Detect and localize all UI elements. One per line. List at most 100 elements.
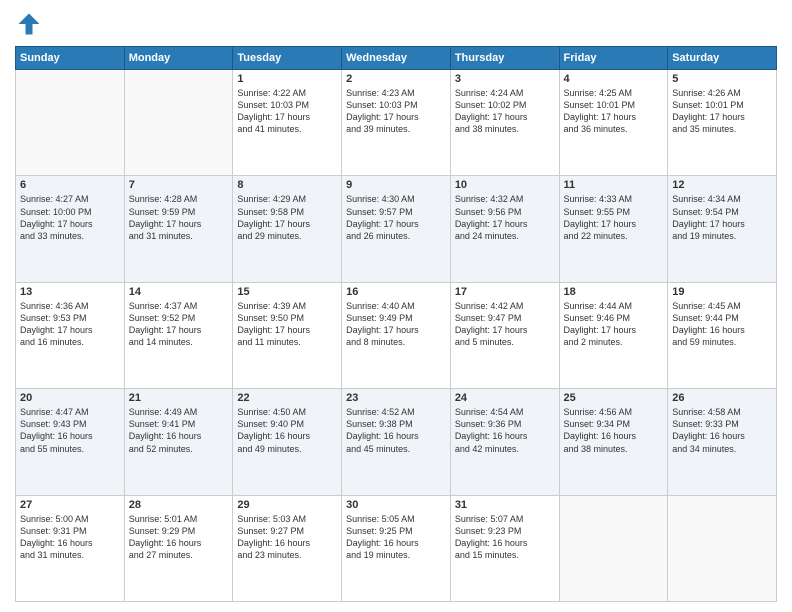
calendar-cell: 14 Sunrise: 4:37 AM Sunset: 9:52 PM Dayli… [124,282,233,388]
calendar-week-row: 1 Sunrise: 4:22 AM Sunset: 10:03 PM Dayli… [16,70,777,176]
calendar-cell: 6 Sunrise: 4:27 AM Sunset: 10:00 PM Dayli… [16,176,125,282]
day-header-sunday: Sunday [16,47,125,70]
calendar-week-row: 6 Sunrise: 4:27 AM Sunset: 10:00 PM Dayli… [16,176,777,282]
day-number: 3 [455,73,555,85]
day-number: 15 [237,286,337,298]
calendar-week-row: 27 Sunrise: 5:00 AM Sunset: 9:31 PM Dayli… [16,495,777,601]
day-info: Sunrise: 4:36 AM Sunset: 9:53 PM Dayligh… [20,300,120,349]
calendar-cell: 7Sunrise: 4:28 AM Sunset: 9:59 PM Daylig… [124,176,233,282]
calendar-cell: 1 Sunrise: 4:22 AM Sunset: 10:03 PM Dayli… [233,70,342,176]
calendar-header: SundayMondayTuesdayWednesdayThursdayFrid… [16,47,777,70]
calendar-cell [559,495,668,601]
calendar-cell: 10 Sunrise: 4:32 AM Sunset: 9:56 PM Dayli… [450,176,559,282]
calendar-cell: 11Sunrise: 4:33 AM Sunset: 9:55 PM Dayli… [559,176,668,282]
calendar-table: SundayMondayTuesdayWednesdayThursdayFrid… [15,46,777,602]
day-info: Sunrise: 5:00 AM Sunset: 9:31 PM Dayligh… [20,513,120,562]
day-info: Sunrise: 4:33 AM Sunset: 9:55 PM Dayligh… [564,193,664,242]
day-info: Sunrise: 4:40 AM Sunset: 9:49 PM Dayligh… [346,300,446,349]
day-info: Sunrise: 5:03 AM Sunset: 9:27 PM Dayligh… [237,513,337,562]
day-number: 28 [129,499,229,511]
day-number: 26 [672,392,772,404]
calendar-cell: 19 Sunrise: 4:45 AM Sunset: 9:44 PM Dayli… [668,282,777,388]
day-info: Sunrise: 4:22 AM Sunset: 10:03 PM Daylig… [237,87,337,136]
day-info: Sunrise: 4:47 AM Sunset: 9:43 PM Dayligh… [20,406,120,455]
calendar-week-row: 13 Sunrise: 4:36 AM Sunset: 9:53 PM Dayli… [16,282,777,388]
day-info: Sunrise: 4:45 AM Sunset: 9:44 PM Dayligh… [672,300,772,349]
logo-icon [15,10,43,38]
days-header-row: SundayMondayTuesdayWednesdayThursdayFrid… [16,47,777,70]
day-number: 7 [129,179,229,191]
calendar-cell: 9 Sunrise: 4:30 AM Sunset: 9:57 PM Daylig… [342,176,451,282]
calendar-cell: 27 Sunrise: 5:00 AM Sunset: 9:31 PM Dayli… [16,495,125,601]
day-info: Sunrise: 4:27 AM Sunset: 10:00 PM Daylig… [20,193,120,242]
day-number: 19 [672,286,772,298]
calendar-cell: 21 Sunrise: 4:49 AM Sunset: 9:41 PM Dayli… [124,389,233,495]
calendar-cell: 4Sunrise: 4:25 AM Sunset: 10:01 PM Dayli… [559,70,668,176]
day-header-monday: Monday [124,47,233,70]
calendar-cell: 20 Sunrise: 4:47 AM Sunset: 9:43 PM Dayli… [16,389,125,495]
day-info: Sunrise: 4:29 AM Sunset: 9:58 PM Dayligh… [237,193,337,242]
calendar-cell: 15 Sunrise: 4:39 AM Sunset: 9:50 PM Dayli… [233,282,342,388]
day-number: 6 [20,179,120,191]
day-info: Sunrise: 4:37 AM Sunset: 9:52 PM Dayligh… [129,300,229,349]
day-number: 20 [20,392,120,404]
day-info: Sunrise: 5:05 AM Sunset: 9:25 PM Dayligh… [346,513,446,562]
day-info: Sunrise: 4:34 AM Sunset: 9:54 PM Dayligh… [672,193,772,242]
day-number: 30 [346,499,446,511]
day-number: 5 [672,73,772,85]
day-info: Sunrise: 4:50 AM Sunset: 9:40 PM Dayligh… [237,406,337,455]
day-number: 4 [564,73,664,85]
calendar-cell: 8 Sunrise: 4:29 AM Sunset: 9:58 PM Daylig… [233,176,342,282]
calendar-cell [16,70,125,176]
day-info: Sunrise: 4:26 AM Sunset: 10:01 PM Daylig… [672,87,772,136]
calendar-cell: 30 Sunrise: 5:05 AM Sunset: 9:25 PM Dayli… [342,495,451,601]
day-number: 25 [564,392,664,404]
calendar-cell [124,70,233,176]
calendar-week-row: 20 Sunrise: 4:47 AM Sunset: 9:43 PM Dayli… [16,389,777,495]
day-number: 9 [346,179,446,191]
day-number: 8 [237,179,337,191]
day-number: 29 [237,499,337,511]
calendar-cell: 31Sunrise: 5:07 AM Sunset: 9:23 PM Dayli… [450,495,559,601]
day-info: Sunrise: 4:23 AM Sunset: 10:03 PM Daylig… [346,87,446,136]
calendar-cell: 16 Sunrise: 4:40 AM Sunset: 9:49 PM Dayli… [342,282,451,388]
calendar-cell: 28 Sunrise: 5:01 AM Sunset: 9:29 PM Dayli… [124,495,233,601]
calendar-cell: 13 Sunrise: 4:36 AM Sunset: 9:53 PM Dayli… [16,282,125,388]
day-header-saturday: Saturday [668,47,777,70]
calendar-body: 1 Sunrise: 4:22 AM Sunset: 10:03 PM Dayli… [16,70,777,602]
day-info: Sunrise: 4:54 AM Sunset: 9:36 PM Dayligh… [455,406,555,455]
day-header-thursday: Thursday [450,47,559,70]
day-info: Sunrise: 4:49 AM Sunset: 9:41 PM Dayligh… [129,406,229,455]
day-number: 1 [237,73,337,85]
day-number: 23 [346,392,446,404]
day-number: 10 [455,179,555,191]
day-info: Sunrise: 5:01 AM Sunset: 9:29 PM Dayligh… [129,513,229,562]
day-info: Sunrise: 4:24 AM Sunset: 10:02 PM Daylig… [455,87,555,136]
day-number: 31 [455,499,555,511]
day-info: Sunrise: 4:39 AM Sunset: 9:50 PM Dayligh… [237,300,337,349]
day-number: 17 [455,286,555,298]
calendar-cell [668,495,777,601]
day-number: 14 [129,286,229,298]
day-number: 16 [346,286,446,298]
logo [15,10,47,38]
day-info: Sunrise: 4:56 AM Sunset: 9:34 PM Dayligh… [564,406,664,455]
day-info: Sunrise: 4:30 AM Sunset: 9:57 PM Dayligh… [346,193,446,242]
day-number: 18 [564,286,664,298]
calendar-cell: 22 Sunrise: 4:50 AM Sunset: 9:40 PM Dayli… [233,389,342,495]
calendar-cell: 12Sunrise: 4:34 AM Sunset: 9:54 PM Dayli… [668,176,777,282]
calendar-cell: 18 Sunrise: 4:44 AM Sunset: 9:46 PM Dayli… [559,282,668,388]
day-number: 22 [237,392,337,404]
calendar-cell: 3 Sunrise: 4:24 AM Sunset: 10:02 PM Dayli… [450,70,559,176]
day-info: Sunrise: 4:32 AM Sunset: 9:56 PM Dayligh… [455,193,555,242]
day-number: 13 [20,286,120,298]
day-number: 21 [129,392,229,404]
day-info: Sunrise: 4:42 AM Sunset: 9:47 PM Dayligh… [455,300,555,349]
calendar-cell: 2Sunrise: 4:23 AM Sunset: 10:03 PM Dayli… [342,70,451,176]
day-info: Sunrise: 4:58 AM Sunset: 9:33 PM Dayligh… [672,406,772,455]
calendar-cell: 23Sunrise: 4:52 AM Sunset: 9:38 PM Dayli… [342,389,451,495]
page-header [15,10,777,38]
calendar-cell: 26 Sunrise: 4:58 AM Sunset: 9:33 PM Dayli… [668,389,777,495]
day-info: Sunrise: 4:44 AM Sunset: 9:46 PM Dayligh… [564,300,664,349]
day-number: 27 [20,499,120,511]
